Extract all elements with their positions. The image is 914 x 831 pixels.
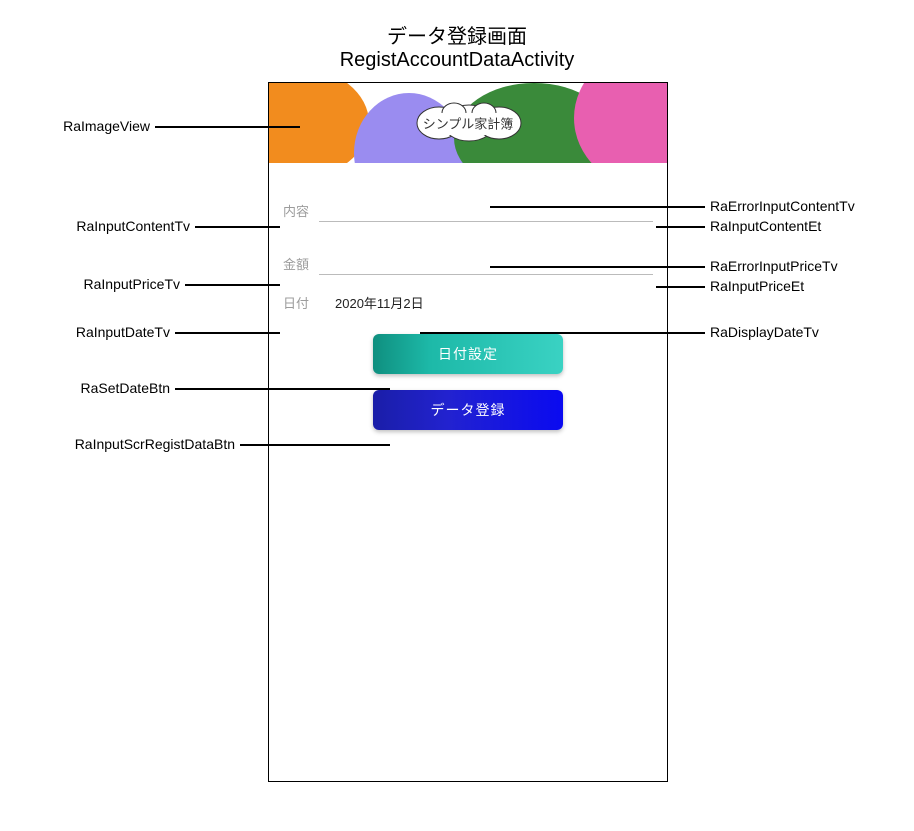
ann-line <box>175 388 390 390</box>
ann-line <box>240 444 390 446</box>
header-image: シンプル家計簿 <box>269 83 667 163</box>
form-area: 内容 金額 日付 2020年11月2日 日付設定 データ登録 <box>269 163 667 430</box>
ann-display-date-tv: RaDisplayDateTv <box>710 324 819 340</box>
date-label: 日付 <box>283 293 319 312</box>
content-label: 内容 <box>283 201 319 222</box>
ann-line <box>185 284 280 286</box>
ann-err-price-tv: RaErrorInputPriceTv <box>710 258 838 274</box>
ann-err-content-tv: RaErrorInputContentTv <box>710 198 855 214</box>
ann-line <box>195 226 280 228</box>
date-display: 2020年11月2日 <box>335 293 424 312</box>
phone-frame: シンプル家計簿 内容 金額 日付 2020年11月2日 日付設定 データ登録 <box>268 82 668 782</box>
content-error <box>283 183 653 201</box>
ann-content-et: RaInputContentEt <box>710 218 821 234</box>
ann-line <box>155 126 300 128</box>
header-logo-text: シンプル家計簿 <box>413 110 524 137</box>
ann-regist-btn: RaInputScrRegistDataBtn <box>20 436 235 452</box>
page-title-en: RegistAccountDataActivity <box>20 49 894 72</box>
ann-line <box>656 226 705 228</box>
price-error <box>283 236 653 254</box>
regist-data-button[interactable]: データ登録 <box>373 390 563 430</box>
ann-set-date-btn: RaSetDateBtn <box>20 380 170 396</box>
price-label: 金額 <box>283 254 319 275</box>
content-input[interactable] <box>319 201 653 222</box>
ann-content-tv: RaInputContentTv <box>20 218 190 234</box>
ann-price-et: RaInputPriceEt <box>710 278 804 294</box>
ann-line <box>490 206 705 208</box>
price-input[interactable] <box>319 254 653 275</box>
ann-image-view: RaImageView <box>20 118 150 134</box>
page-title-jp: データ登録画面 <box>20 20 894 49</box>
ann-line <box>175 332 280 334</box>
ann-price-tv: RaInputPriceTv <box>20 276 180 292</box>
ann-line <box>656 286 705 288</box>
ann-date-tv: RaInputDateTv <box>20 324 170 340</box>
set-date-button[interactable]: 日付設定 <box>373 334 563 374</box>
ann-line <box>420 332 705 334</box>
ann-line <box>490 266 705 268</box>
